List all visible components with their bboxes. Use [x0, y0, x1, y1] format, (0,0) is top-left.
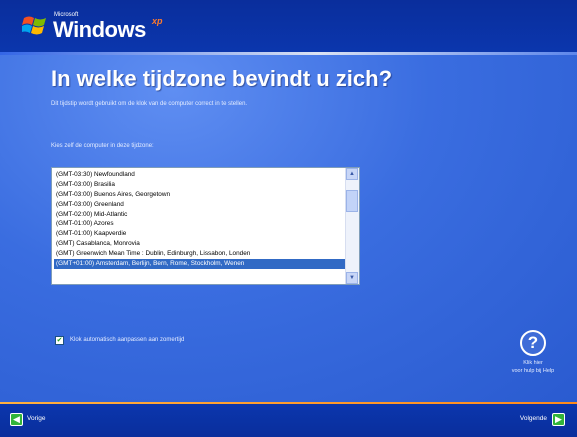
- dst-checkbox[interactable]: ✔: [55, 336, 64, 345]
- timezone-scrollbar[interactable]: ▲ ▼: [345, 168, 359, 284]
- timezone-items: (GMT-03:30) Newfoundland (GMT-03:00) Bras…: [54, 170, 346, 269]
- timezone-option[interactable]: (GMT-01:00) Azores: [54, 219, 346, 229]
- scroll-down-button[interactable]: ▼: [346, 272, 358, 284]
- setup-screen: Microsoft Windows xp In welke tijdzone b…: [0, 0, 577, 437]
- timezone-listbox[interactable]: (GMT-03:30) Newfoundland (GMT-03:00) Bras…: [51, 167, 360, 285]
- timezone-option[interactable]: (GMT-01:00) Kaapverdie: [54, 229, 346, 239]
- back-label[interactable]: Vorige: [27, 415, 45, 422]
- dst-label[interactable]: Klok automatisch aanpassen aan zomertijd: [70, 337, 184, 343]
- help-icon[interactable]: ?: [520, 330, 546, 356]
- help-label-line2: voor hulp bij Help: [511, 368, 555, 374]
- timezone-option[interactable]: (GMT-03:00) Greenland: [54, 200, 346, 210]
- page-description: Dit tijdstip wordt gebruikt om de klok v…: [51, 101, 248, 107]
- timezone-option[interactable]: (GMT-03:00) Brasilia: [54, 180, 346, 190]
- help-label: Klik hier voor hulp bij Help: [497, 359, 569, 375]
- next-arrow-icon[interactable]: ▶: [552, 413, 565, 426]
- next-label[interactable]: Volgende: [520, 415, 547, 422]
- bottom-bar: [0, 404, 577, 437]
- help-button[interactable]: ? Klik hier voor hulp bij Help: [497, 330, 569, 375]
- timezone-option[interactable]: (GMT) Casablanca, Monrovia: [54, 239, 346, 249]
- back-arrow-icon[interactable]: ◀: [10, 413, 23, 426]
- scroll-up-button[interactable]: ▲: [346, 168, 358, 180]
- timezone-option[interactable]: (GMT-03:30) Newfoundland: [54, 170, 346, 180]
- scroll-thumb[interactable]: [346, 190, 358, 212]
- help-label-line1: Klik hier: [523, 360, 543, 366]
- timezone-option[interactable]: (GMT+01:00) Amsterdam, Berlijn, Bern, Ro…: [54, 259, 346, 269]
- top-banner: Microsoft Windows xp: [0, 0, 577, 52]
- brand-title: Windows: [53, 17, 146, 42]
- timezone-list-label: Kies zelf de computer in deze tijdzone:: [51, 143, 154, 149]
- timezone-option[interactable]: (GMT-03:00) Buenos Aires, Georgetown: [54, 190, 346, 200]
- page-title: In welke tijdzone bevindt u zich?: [51, 66, 393, 91]
- windows-flag-icon: [22, 16, 46, 35]
- brand-suffix: xp: [152, 16, 163, 26]
- timezone-option[interactable]: (GMT) Greenwich Mean Time : Dublin, Edin…: [54, 249, 346, 259]
- timezone-option[interactable]: (GMT-02:00) Mid-Atlantic: [54, 210, 346, 220]
